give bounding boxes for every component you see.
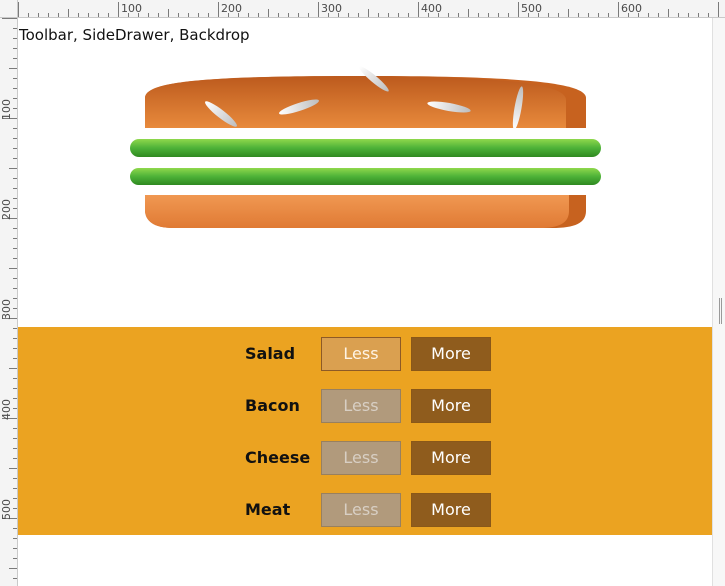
more-cheese-button[interactable]: More: [411, 441, 491, 475]
control-label-meat: Meat: [245, 500, 291, 519]
control-label-salad: Salad: [245, 344, 296, 363]
ruler-label-v-100: 100: [0, 99, 13, 120]
bread-top: [145, 66, 586, 130]
control-row-salad: Salad Less More: [245, 337, 505, 371]
ruler-label-200: 200: [221, 2, 242, 15]
ruler-label-400: 400: [421, 2, 442, 15]
ruler-label-300: 300: [321, 2, 342, 15]
ruler-label-600: 600: [621, 2, 642, 15]
scrollbar-grip-icon[interactable]: [719, 298, 722, 324]
vertical-ruler: 100 200 300 400 500: [0, 18, 18, 586]
control-row-bacon: Bacon Less More: [245, 389, 505, 423]
less-salad-button[interactable]: Less: [321, 337, 401, 371]
ruler-label-v-500: 500: [0, 499, 13, 520]
less-meat-button[interactable]: Less: [321, 493, 401, 527]
more-bacon-button[interactable]: More: [411, 389, 491, 423]
horizontal-ruler: 100 200 300 400 500 600: [18, 0, 725, 18]
build-controls: Salad Less More Bacon Less More Cheese L…: [18, 327, 712, 535]
ruler-corner: [0, 0, 18, 18]
burger-preview: [130, 66, 601, 228]
control-label-cheese: Cheese: [245, 448, 311, 467]
salad-layer-1: [130, 139, 601, 157]
ruler-label-v-400: 400: [0, 399, 13, 420]
vertical-ruler-graphic: 100 200 300 400 500: [0, 18, 17, 579]
bread-bottom: [145, 195, 586, 228]
ruler-label-v-300: 300: [0, 299, 13, 320]
ruler-label-100: 100: [121, 2, 142, 15]
control-row-cheese: Cheese Less More: [245, 441, 505, 475]
ruler-label-500: 500: [521, 2, 542, 15]
less-bacon-button[interactable]: Less: [321, 389, 401, 423]
salad-layer-2: [130, 168, 601, 185]
more-meat-button[interactable]: More: [411, 493, 491, 527]
page-canvas: Toolbar, SideDrawer, Backdrop Salad Less…: [18, 18, 712, 586]
control-row-meat: Meat Less More: [245, 493, 505, 527]
less-cheese-button[interactable]: Less: [321, 441, 401, 475]
more-salad-button[interactable]: More: [411, 337, 491, 371]
control-label-bacon: Bacon: [245, 396, 300, 415]
ruler-label-v-200: 200: [0, 199, 13, 220]
horizontal-ruler-graphic: 100 200 300 400 500 600: [18, 2, 719, 17]
window: 100 200 300 400 500 600 100 200 300 400 …: [0, 0, 725, 586]
vertical-scrollbar[interactable]: [712, 18, 725, 586]
